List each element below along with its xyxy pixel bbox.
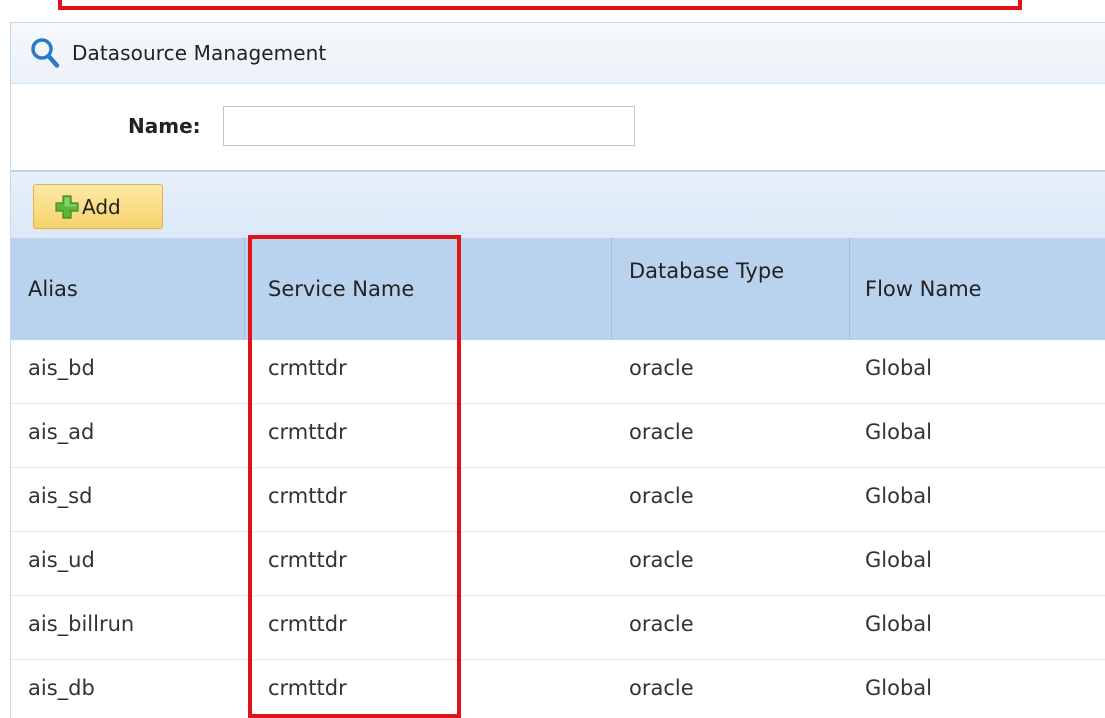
cell-alias: ais_billrun <box>28 612 135 636</box>
table-header: Alias Service Name Database Type Flow Na… <box>11 238 1105 340</box>
cell-database-type: oracle <box>629 676 694 700</box>
cell-alias: ais_sd <box>28 484 93 508</box>
search-row: Name: <box>11 84 1105 172</box>
cell-alias: ais_bd <box>28 356 95 380</box>
cell-database-type: oracle <box>629 356 694 380</box>
cell-flow-name: Global <box>865 484 932 508</box>
add-button[interactable]: Add <box>33 184 163 229</box>
name-input[interactable] <box>223 106 635 146</box>
top-annotation-box <box>58 0 1022 10</box>
column-divider <box>244 238 245 340</box>
table-row[interactable]: ais_ad crmttdr oracle Global <box>11 404 1105 468</box>
cell-database-type: oracle <box>629 548 694 572</box>
cell-flow-name: Global <box>865 548 932 572</box>
table-row[interactable]: ais_sd crmttdr oracle Global <box>11 468 1105 532</box>
panel-title: Datasource Management <box>72 41 327 65</box>
cell-alias: ais_ud <box>28 548 95 572</box>
cell-flow-name: Global <box>865 420 932 444</box>
table-row[interactable]: ais_db crmttdr oracle Global <box>11 660 1105 718</box>
service-name-annotation-box <box>248 235 461 718</box>
search-icon <box>31 38 60 68</box>
column-header-alias[interactable]: Alias <box>28 271 78 307</box>
table-row[interactable]: ais_billrun crmttdr oracle Global <box>11 596 1105 660</box>
table-row[interactable]: ais_ud crmttdr oracle Global <box>11 532 1105 596</box>
datasource-panel: Datasource Management Name: Add Alias Se… <box>10 22 1105 718</box>
name-label: Name: <box>128 114 201 138</box>
column-header-database-type[interactable]: Database Type <box>629 253 789 289</box>
plus-icon <box>55 194 79 219</box>
add-label: Add <box>82 194 121 219</box>
cell-flow-name: Global <box>865 676 932 700</box>
cell-alias: ais_ad <box>28 420 95 444</box>
cell-database-type: oracle <box>629 484 694 508</box>
column-divider <box>611 238 612 340</box>
cell-flow-name: Global <box>865 356 932 380</box>
column-divider <box>849 238 850 340</box>
cell-alias: ais_db <box>28 676 95 700</box>
cell-database-type: oracle <box>629 420 694 444</box>
toolbar: Add <box>11 172 1105 238</box>
table-row[interactable]: ais_bd crmttdr oracle Global <box>11 340 1105 404</box>
column-header-flow-name[interactable]: Flow Name <box>865 271 982 307</box>
cell-database-type: oracle <box>629 612 694 636</box>
title-bar: Datasource Management <box>11 23 1105 84</box>
cell-flow-name: Global <box>865 612 932 636</box>
